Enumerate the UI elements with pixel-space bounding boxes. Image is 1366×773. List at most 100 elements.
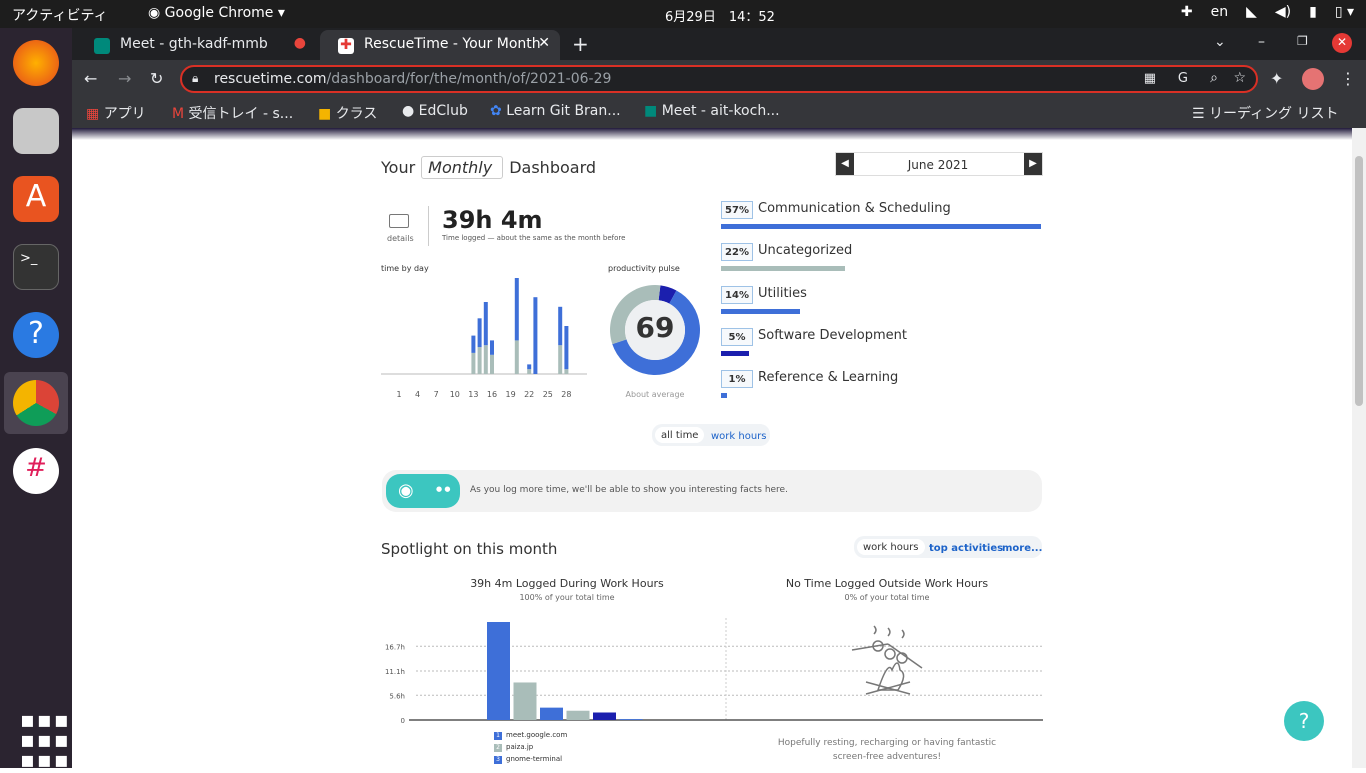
category-name[interactable]: Communication & Scheduling — [758, 201, 951, 216]
prev-month-button[interactable]: ◀ — [836, 153, 854, 175]
bookmark-label: 受信トレイ - s... — [188, 106, 294, 122]
campfire-icon — [851, 625, 923, 695]
title-prefix: Your — [381, 158, 416, 177]
tab-title: RescueTime - Your Month — [364, 36, 541, 52]
tab-bar: Meet - gth-kadf-mmb ● ✚ RescueTime - You… — [72, 28, 1366, 60]
details-link[interactable]: details — [387, 234, 414, 243]
language-indicator[interactable]: en — [1211, 4, 1229, 20]
eye-badge: ◉ ● ● — [386, 474, 460, 508]
activities-button[interactable]: アクティビティ — [12, 5, 108, 25]
legend-item[interactable]: 1 meet.google.com — [494, 731, 567, 740]
activity-bar[interactable] — [566, 710, 590, 720]
day-tick: 10 — [450, 390, 460, 399]
activity-bar[interactable] — [487, 622, 510, 720]
day-bar-productive — [477, 318, 482, 348]
category-name[interactable]: Utilities — [758, 286, 807, 301]
gmail-icon: M — [172, 106, 185, 122]
dock: A >_ ? # ▪▪▪ ▪▪▪ ▪▪▪ — [0, 28, 72, 772]
qr-icon[interactable]: ▦ — [1144, 71, 1156, 86]
right-note-1: Hopefully resting, recharging or having … — [777, 738, 997, 748]
accessibility-icon: ✚ — [1180, 4, 1193, 20]
address-bar[interactable]: 🔒︎ rescuetime.com/dashboard/for/the/mont… — [180, 65, 1258, 93]
scrollbar-thumb[interactable] — [1355, 156, 1363, 406]
slack-icon[interactable]: # — [13, 448, 59, 494]
spot-tab-top-activities[interactable]: top activities — [929, 543, 1003, 554]
files-icon[interactable] — [13, 108, 59, 154]
toggle-all-time[interactable]: all time — [655, 427, 705, 443]
profile-avatar[interactable] — [1302, 68, 1324, 90]
spot-tab-more[interactable]: more... — [1002, 543, 1042, 554]
firefox-icon[interactable] — [13, 40, 59, 86]
forward-button[interactable]: → — [118, 69, 131, 88]
time-by-day-chart: 1 4 7 10 13 16 19 22 25 28 — [381, 278, 587, 399]
legend-item[interactable]: 3 gnome-terminal — [494, 755, 562, 764]
app-menu[interactable]: ◉ Google Chrome ▾ — [148, 5, 285, 21]
scrollbar[interactable] — [1352, 128, 1366, 768]
facts-banner: ◉ ● ● As you log more time, we'll be abl… — [382, 470, 1042, 512]
tab-title: Meet - gth-kadf-mmb — [120, 36, 268, 52]
translate-icon[interactable]: G — [1178, 71, 1188, 86]
reload-button[interactable]: ↻ — [150, 69, 163, 88]
activity-bar[interactable] — [593, 712, 616, 720]
zoom-icon[interactable]: ⌕ — [1210, 70, 1218, 86]
laptop-icon[interactable] — [389, 214, 409, 228]
day-bar-productive — [527, 364, 532, 370]
divider — [428, 206, 429, 246]
minimize-button[interactable]: – — [1258, 34, 1265, 50]
category-name[interactable]: Uncategorized — [758, 243, 852, 258]
terminal-icon[interactable]: >_ — [13, 244, 59, 290]
day-tick: 19 — [506, 390, 516, 399]
bookmark-learngit[interactable]: ✿ Learn Git Bran... — [490, 103, 621, 119]
tab-meet[interactable]: Meet - gth-kadf-mmb ● — [76, 30, 316, 60]
bookmark-meet[interactable]: ■ Meet - ait-koch... — [644, 103, 780, 119]
day-bar-neutral — [471, 352, 476, 374]
category-bar — [721, 266, 845, 272]
period-select[interactable]: Monthly — [421, 156, 504, 179]
next-month-button[interactable]: ▶ — [1024, 153, 1042, 175]
software-center-icon[interactable]: A — [13, 176, 59, 222]
bookmark-apps[interactable]: ▦ アプリ — [86, 103, 146, 123]
toggle-work-hours[interactable]: work hours — [711, 431, 767, 442]
legend-name: meet.google.com — [506, 731, 568, 739]
back-button[interactable]: ← — [84, 69, 97, 88]
system-tray[interactable]: ✚ en ◣ ◀) ▮ ▯ ▾ — [1181, 4, 1354, 20]
category-percent: 5% — [721, 327, 753, 346]
tab-search-icon[interactable]: ⌄ — [1214, 34, 1226, 50]
day-tick: 16 — [487, 390, 497, 399]
month-label[interactable]: June 2021 — [854, 158, 1022, 172]
menu-icon[interactable]: ⋮ — [1340, 69, 1356, 88]
close-window-button[interactable]: ✕ — [1332, 33, 1352, 53]
help-button[interactable]: ? — [1284, 701, 1324, 741]
header-stripe — [72, 128, 1352, 140]
day-bar-productive — [533, 297, 538, 374]
activity-bar[interactable] — [540, 707, 563, 720]
extensions-icon[interactable]: ✦ — [1270, 69, 1283, 88]
os-top-bar: アクティビティ ◉ Google Chrome ▾ 6月29日 14：52 ✚ … — [0, 0, 1366, 28]
reading-list[interactable]: ☰ リーディング リスト — [1192, 103, 1339, 123]
new-tab-button[interactable]: + — [572, 32, 589, 56]
category-name[interactable]: Software Development — [758, 328, 907, 343]
chrome-icon[interactable] — [13, 380, 59, 426]
apps-grid-icon: ▦ — [86, 106, 100, 122]
rescuetime-icon: ✚ — [338, 38, 354, 54]
category-name[interactable]: Reference & Learning — [758, 370, 898, 385]
maximize-button[interactable]: ❐ — [1297, 34, 1308, 48]
show-apps-icon[interactable]: ▪▪▪ ▪▪▪ ▪▪▪ — [20, 710, 69, 772]
bookmark-gmail[interactable]: M 受信トレイ - s... — [172, 103, 293, 123]
eye-icon: ◉ — [398, 480, 414, 501]
bookmark-classroom[interactable]: ■ クラス — [318, 103, 377, 123]
work-hours-chart: 16.7h 11.1h 5.6h 0 — [385, 618, 1043, 725]
dashboard-title: Your Monthly Dashboard — [381, 156, 596, 179]
clock[interactable]: 6月29日 14：52 — [665, 6, 775, 25]
activity-bar[interactable] — [513, 682, 537, 720]
activity-bar[interactable] — [619, 719, 643, 720]
tab-rescuetime[interactable]: ✚ RescueTime - Your Month ✕ — [320, 30, 560, 60]
bookmark-star-icon[interactable]: ☆ — [1233, 70, 1246, 86]
close-icon[interactable]: ✕ — [538, 35, 550, 51]
app-name: Google Chrome — [164, 5, 274, 21]
spot-tab-work-hours[interactable]: work hours — [857, 539, 925, 555]
right-note-2: screen-free adventures! — [832, 752, 942, 762]
legend-item[interactable]: 2 paiza.jp — [494, 743, 533, 752]
bookmark-edclub[interactable]: ● EdClub — [402, 103, 468, 119]
help-icon[interactable]: ? — [13, 312, 59, 358]
